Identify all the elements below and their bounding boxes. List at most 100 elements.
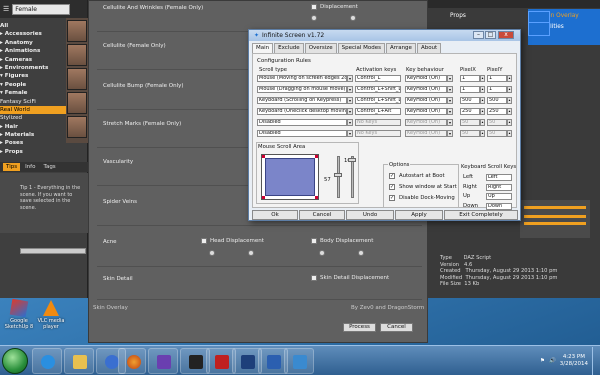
tab-arrange[interactable]: Arrange (386, 43, 416, 53)
radio-button[interactable] (209, 250, 215, 256)
key-behaviour-select[interactable]: KeyHold (On) (405, 108, 447, 115)
taskbar-explorer[interactable] (64, 348, 94, 374)
tab-oversize[interactable]: Oversize (304, 43, 337, 53)
activation-keys-field[interactable]: Control_L+Shift_L (355, 97, 401, 104)
displacement-checkbox[interactable]: Displacement (311, 4, 358, 10)
activation-keys-field[interactable]: Control_L+Shift_L (355, 86, 401, 93)
desktop-icon-sketchup[interactable]: Google SketchUp 8 (2, 298, 36, 330)
hamburger-icon[interactable]: ☰ (3, 5, 9, 13)
dropdown-arrow[interactable]: ▾ (447, 97, 453, 104)
corner-handle[interactable] (262, 196, 265, 199)
tab-tags[interactable]: Tags (41, 163, 59, 171)
apply-button[interactable]: Apply (395, 210, 443, 220)
pixel-x-input[interactable]: 50 (460, 130, 480, 137)
figure-thumbnail[interactable] (67, 92, 87, 114)
dropdown-arrow[interactable]: ▾ (447, 119, 453, 126)
spinner-button[interactable]: ▴ (480, 119, 485, 126)
scroll-type-select[interactable]: Disabled (257, 119, 347, 126)
taskbar-daz-studio[interactable] (148, 348, 178, 374)
link-line[interactable] (524, 215, 586, 218)
dropdown-arrow[interactable]: ▾ (347, 119, 353, 126)
slider-thumb[interactable] (348, 158, 356, 162)
checkbox-box[interactable] (311, 4, 317, 10)
volume-icon[interactable]: 🔊 (549, 358, 556, 364)
vertical-slider-track[interactable] (351, 156, 354, 198)
activation-keys-field[interactable]: No Keys (355, 119, 401, 126)
figure-thumbnail[interactable] (67, 20, 87, 42)
link-line[interactable] (524, 222, 586, 225)
minimize-button[interactable]: – (473, 31, 484, 39)
kb-key-field[interactable]: Up (486, 193, 512, 200)
dropdown-arrow[interactable]: ▾ (447, 130, 453, 137)
tree-item[interactable]: ▸ Props (0, 148, 87, 156)
pixel-x-input[interactable]: 500 (460, 97, 480, 104)
pixel-x-input[interactable]: 1 (460, 86, 480, 93)
pixel-x-input[interactable]: 1 (460, 75, 480, 82)
scroll-type-select[interactable]: Mouse (Moving on screen edges 2d) (257, 75, 347, 82)
spinner-button[interactable]: ▴ (480, 75, 485, 82)
dropdown-arrow[interactable]: ▾ (347, 130, 353, 137)
dropdown-arrow[interactable]: ▾ (447, 108, 453, 115)
spinner-button[interactable]: ▴ (480, 86, 485, 93)
disable-dock-checkbox[interactable]: ✓ (389, 195, 395, 201)
undo-button[interactable]: Undo (346, 210, 394, 220)
body-displacement-checkbox[interactable]: Body Displacement (311, 238, 373, 244)
ok-button[interactable]: Ok (252, 210, 298, 220)
activation-keys-field[interactable]: Control_L (355, 75, 401, 82)
spinner-button[interactable]: ▴ (507, 75, 512, 82)
cancel-button[interactable]: Cancel (380, 323, 413, 332)
dropdown-arrow[interactable]: ▾ (447, 75, 453, 82)
start-button[interactable] (2, 348, 28, 374)
taskbar-firefox[interactable] (118, 348, 146, 374)
corner-handle[interactable] (262, 155, 265, 158)
clock[interactable]: 4:23 PM 3/28/2014 (560, 354, 588, 368)
pixel-x-input[interactable]: 50 (460, 119, 480, 126)
scroll-type-select[interactable]: Mouse (Dragging on mouse move) (257, 86, 347, 93)
key-behaviour-select[interactable]: KeyHold (On) (405, 130, 447, 137)
figure-thumbnail[interactable] (67, 116, 87, 138)
dropdown-arrow[interactable]: ▾ (447, 86, 453, 93)
scroll-area-rect[interactable] (265, 158, 315, 196)
kb-key-field[interactable]: Left (486, 174, 512, 181)
tab-tips[interactable]: Tips (3, 163, 21, 171)
show-window-checkbox[interactable]: ✓ (389, 184, 395, 190)
slider-thumb[interactable] (334, 173, 342, 177)
exit-completely-button[interactable]: Exit Completely (444, 210, 518, 220)
pixel-y-input[interactable]: 250 (487, 108, 507, 115)
category-dropdown[interactable]: Female (12, 3, 71, 15)
cancel-dialog-button[interactable]: Cancel (299, 210, 345, 220)
key-behaviour-select[interactable]: KeyHold (On) (405, 119, 447, 126)
spinner-button[interactable]: ▴ (507, 86, 512, 93)
spinner-button[interactable]: ▴ (507, 108, 512, 115)
close-button[interactable]: x (498, 31, 514, 39)
radio-button[interactable] (311, 15, 317, 21)
pixel-y-input[interactable]: 1 (487, 86, 507, 93)
head-displacement-checkbox[interactable]: Head Displacement (201, 238, 264, 244)
kb-key-field[interactable]: Down (486, 202, 512, 210)
spinner-button[interactable]: ▴ (507, 97, 512, 104)
folder-props[interactable]: Props (450, 13, 466, 19)
tip-scrollbar[interactable] (20, 248, 86, 254)
corner-handle[interactable] (315, 196, 318, 199)
figure-thumbnail[interactable] (67, 68, 87, 90)
dropdown-arrow[interactable]: ▾ (347, 75, 353, 82)
spinner-button[interactable]: ▴ (480, 97, 485, 104)
key-behaviour-select[interactable]: KeyHold (On) (405, 97, 447, 104)
spinner-button[interactable]: ▴ (507, 119, 512, 126)
skin-detail-displacement-checkbox[interactable]: Skin Detail Displacement (311, 275, 389, 281)
scroll-type-select[interactable]: Keyboard (Scrolling on Keypress) (257, 97, 347, 104)
tab-special-modes[interactable]: Special Modes (337, 43, 386, 53)
dropdown-arrow[interactable]: ▾ (347, 108, 353, 115)
figure-thumbnail[interactable] (67, 44, 87, 66)
tab-about[interactable]: About (416, 43, 442, 53)
spinner-button[interactable]: ▴ (507, 130, 512, 137)
tab-exclude[interactable]: Exclude (274, 43, 304, 53)
pixel-y-input[interactable]: 500 (487, 97, 507, 104)
spinner-button[interactable]: ▴ (480, 108, 485, 115)
key-behaviour-select[interactable]: KeyHold (On) (405, 75, 447, 82)
process-button[interactable]: Process (343, 323, 376, 332)
checkbox-box[interactable] (311, 238, 317, 244)
pixel-y-input[interactable]: 50 (487, 119, 507, 126)
checkbox-box[interactable] (311, 275, 317, 281)
show-desktop-button[interactable] (592, 347, 598, 375)
